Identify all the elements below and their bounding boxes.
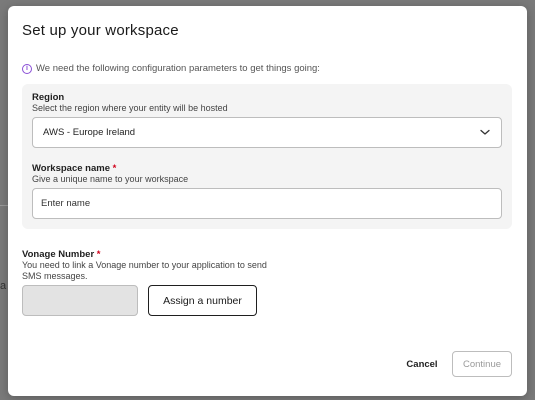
chevron-down-icon: [480, 129, 490, 135]
required-mark: *: [112, 163, 117, 174]
vonage-number-label-text: Vonage Number: [22, 249, 95, 260]
backdrop-text: a: [0, 280, 7, 292]
info-message: i We need the following configuration pa…: [22, 63, 320, 74]
vonage-number-label: Vonage Number *: [22, 249, 100, 260]
region-selected-value: AWS - Europe Ireland: [43, 127, 136, 138]
dialog-title: Set up your workspace: [22, 22, 179, 39]
backdrop-divider: [0, 205, 8, 206]
assign-number-button[interactable]: Assign a number: [148, 285, 257, 316]
required-mark: *: [96, 249, 101, 260]
info-text: We need the following configuration para…: [36, 63, 320, 74]
workspace-name-label-text: Workspace name: [32, 163, 110, 174]
info-icon: i: [22, 63, 32, 74]
workspace-name-label: Workspace name *: [32, 163, 116, 174]
region-label: Region: [32, 92, 65, 103]
vonage-number-field: [22, 285, 138, 316]
region-help: Select the region where your entity will…: [32, 103, 228, 113]
continue-button[interactable]: Continue: [452, 351, 512, 377]
vonage-number-help: You need to link a Vonage number to your…: [22, 260, 267, 281]
region-select[interactable]: AWS - Europe Ireland: [32, 117, 502, 148]
workspace-setup-dialog: Set up your workspace i We need the foll…: [8, 6, 527, 396]
workspace-name-input[interactable]: [32, 188, 502, 219]
workspace-name-help: Give a unique name to your workspace: [32, 174, 189, 184]
config-panel: Region Select the region where your enti…: [22, 84, 512, 229]
cancel-button[interactable]: Cancel: [398, 352, 446, 376]
